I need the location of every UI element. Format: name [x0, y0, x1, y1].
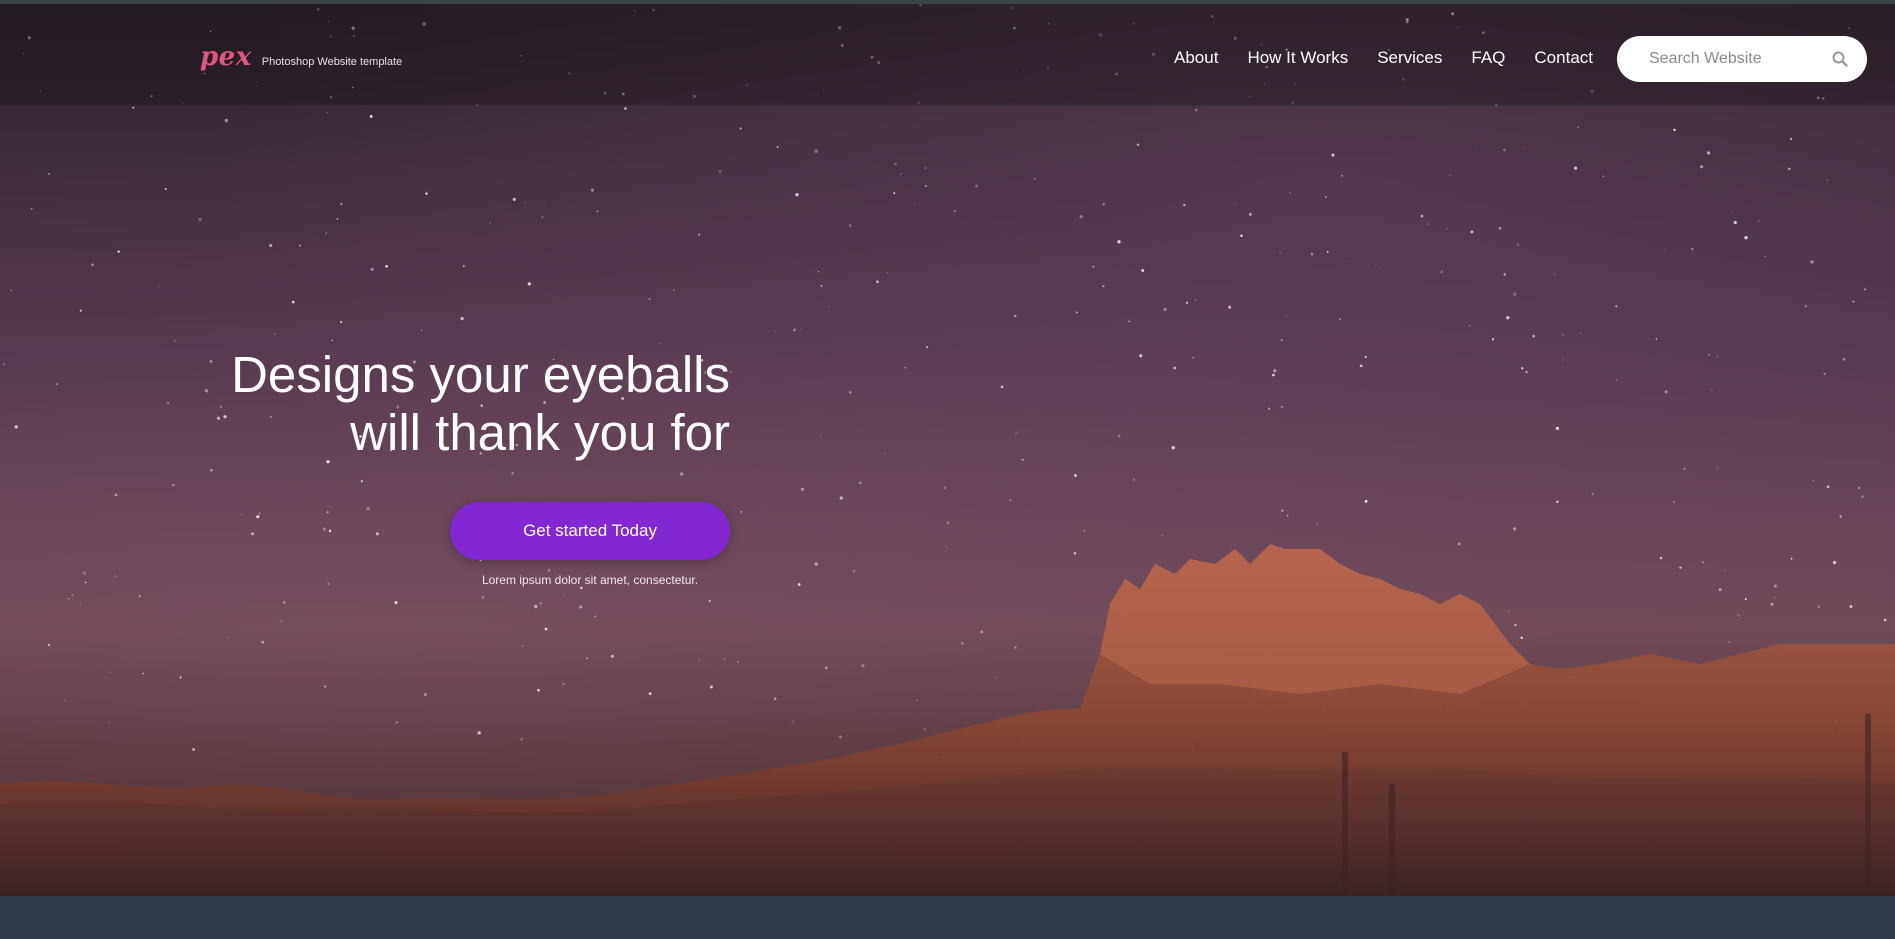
search-box: [1617, 36, 1867, 82]
get-started-button[interactable]: Get started Today: [450, 502, 730, 560]
nav-link-faq[interactable]: FAQ: [1471, 48, 1505, 68]
footer-band: [0, 896, 1895, 939]
navbar: pex Photoshop Website template About How…: [0, 4, 1895, 106]
nav-link-contact[interactable]: Contact: [1534, 48, 1593, 68]
nav-links: About How It Works Services FAQ Contact: [1174, 48, 1622, 68]
hero-headline-line-1: Designs your eyeballs: [231, 346, 730, 403]
nav-link-services[interactable]: Services: [1377, 48, 1442, 68]
search-icon[interactable]: [1831, 50, 1849, 68]
nav-link-how-it-works[interactable]: How It Works: [1247, 48, 1348, 68]
logo-tagline: Photoshop Website template: [261, 56, 403, 68]
nav-link-about[interactable]: About: [1174, 48, 1218, 68]
hero-headline: Designs your eyeballs will thank you for: [160, 346, 730, 462]
cta-caption: Lorem ipsum dolor sit amet, consectetur.: [481, 573, 699, 587]
search-input[interactable]: [1647, 49, 1821, 69]
logo[interactable]: pex Photoshop Website template: [200, 42, 402, 72]
hero-headline-line-2: will thank you for: [350, 404, 730, 461]
logo-mark: pex: [200, 42, 252, 72]
